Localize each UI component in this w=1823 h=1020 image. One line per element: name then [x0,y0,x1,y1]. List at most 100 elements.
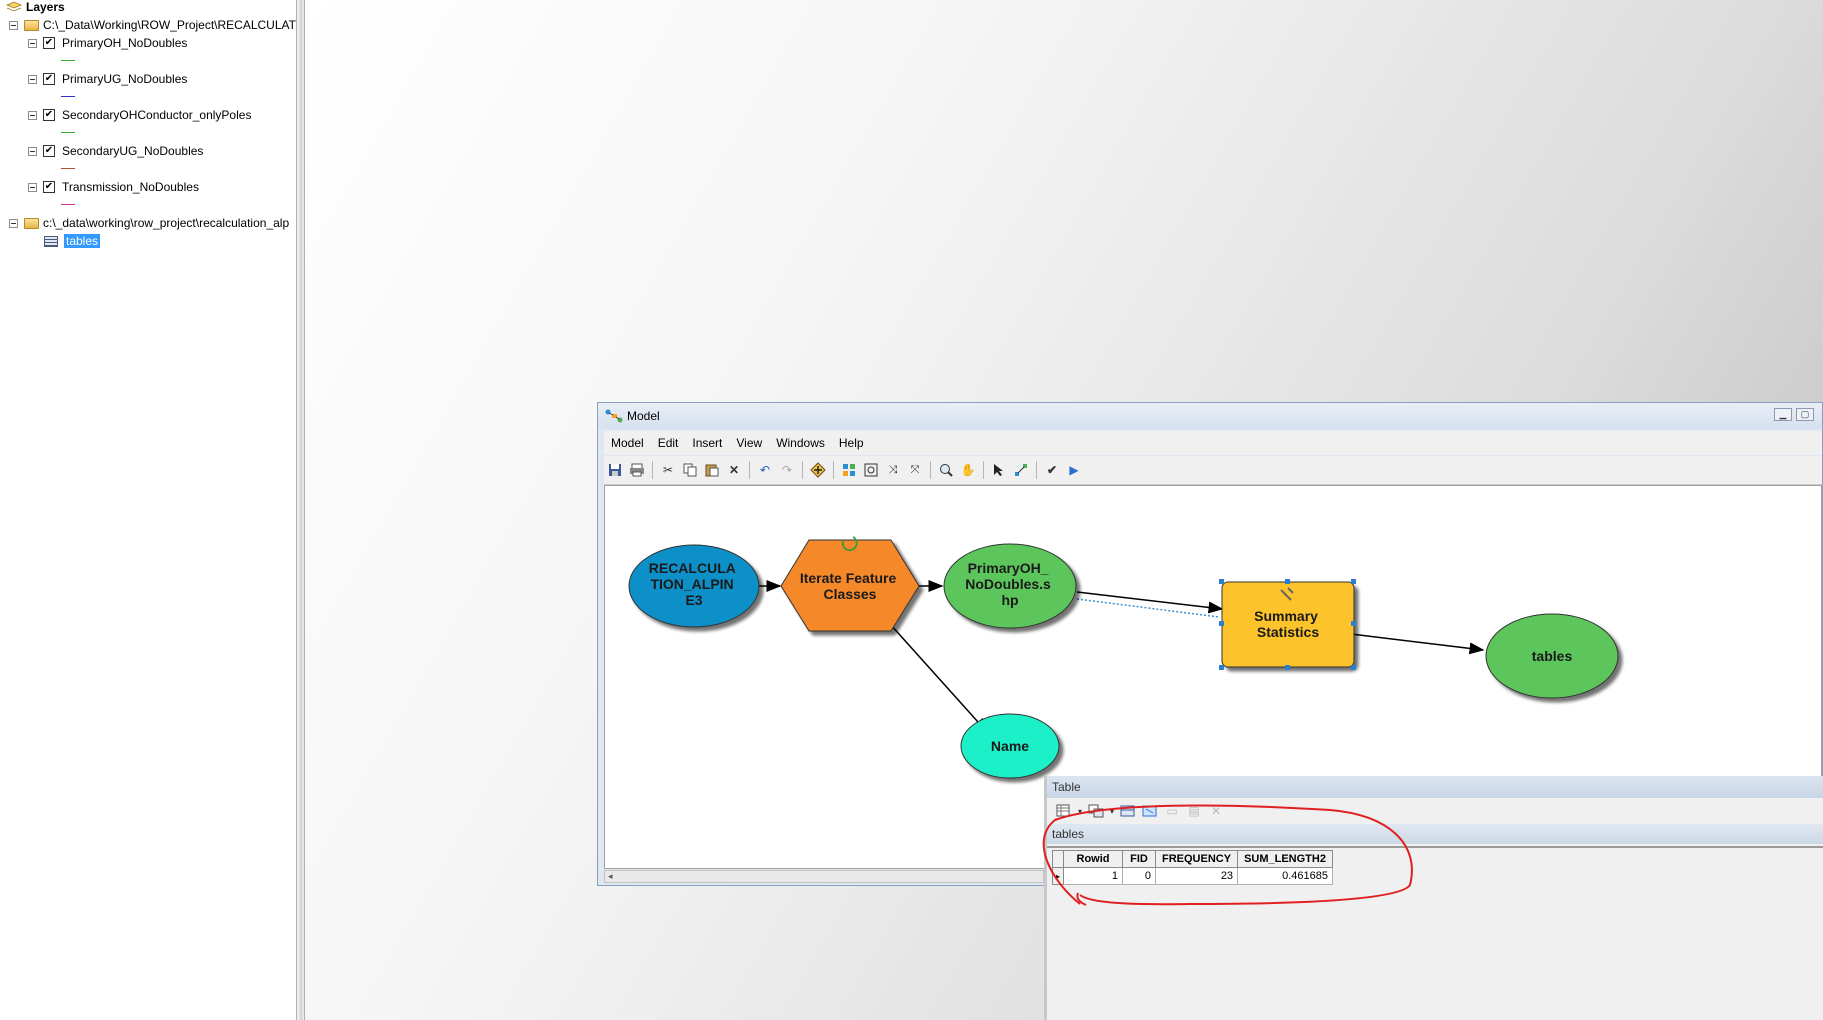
layer-name[interactable]: SecondaryOHConductor_onlyPoles [62,108,251,122]
table-cell[interactable]: 0.461685 [1237,867,1333,885]
toc-layer-row[interactable]: ✔ PrimaryOH_NoDoubles [28,34,187,52]
collapse-icon[interactable] [28,74,37,84]
toc-layer-row[interactable]: ✔ SecondaryOHConductor_onlyPoles [28,106,251,124]
run-icon[interactable]: ▶ [1064,460,1084,480]
toc-group-row[interactable]: c:\_data\working\row_project\recalculati… [9,214,289,232]
model-window-title: Model [627,409,660,423]
toc-group-row[interactable]: C:\_Data\Working\ROW_Project\RECALCULATI [9,16,296,34]
toc-table-row[interactable]: tables [44,232,101,250]
save-icon[interactable] [605,460,625,480]
layer-name[interactable]: PrimaryUG_NoDoubles [62,72,187,86]
table-cell[interactable]: 23 [1154,867,1239,885]
undo-icon[interactable]: ↶ [755,460,775,480]
layer-visibility-checkbox[interactable]: ✔ [43,73,55,85]
model-menubar: Model Edit Insert View Windows Help [604,431,1822,455]
delete-selected-icon[interactable]: ✕ [1206,801,1226,821]
menu-windows[interactable]: Windows [769,436,832,450]
collapse-icon[interactable] [28,146,37,156]
feature-label-line1: PrimaryOH_ [968,560,1049,576]
auto-layout-icon[interactable] [839,460,859,480]
collapse-icon[interactable] [28,110,37,120]
copy-icon[interactable] [680,460,700,480]
connector-line[interactable] [1350,633,1485,655]
table-options-icon[interactable] [1054,801,1074,821]
menu-edit[interactable]: Edit [651,436,686,450]
column-header[interactable]: SUM_LENGTH2 [1237,850,1333,868]
attribute-table[interactable]: Rowid FID FREQUENCY SUM_LENGTH2 ▸ 1 0 23… [1052,850,1333,885]
related-tables-icon[interactable] [1086,801,1106,821]
workspace-path[interactable]: C:\_Data\Working\ROW_Project\RECALCULATI [43,18,296,32]
toolbar-separator [652,461,653,479]
redo-icon[interactable]: ↷ [777,460,797,480]
dropdown-arrow-icon[interactable]: ▾ [1108,801,1116,821]
menu-model[interactable]: Model [604,436,651,450]
connect-icon[interactable] [1011,460,1031,480]
iterator-label-line2: Classes [824,586,877,602]
column-header[interactable]: FREQUENCY [1154,850,1239,868]
layer-name[interactable]: SecondaryUG_NoDoubles [62,144,203,158]
input-label-line1: RECALCULA [649,560,736,576]
layer-visibility-checkbox[interactable]: ✔ [43,109,55,121]
zoom-icon[interactable] [936,460,956,480]
table-window-title: Table [1052,780,1081,794]
layer-visibility-checkbox[interactable]: ✔ [43,181,55,193]
layers-icon [6,1,22,12]
table-titlebar[interactable]: Table [1047,776,1823,798]
horizontal-scrollbar[interactable]: ◂ [604,870,1044,883]
feature-label-line3: hp [1001,592,1018,608]
delete-icon[interactable]: ✕ [724,460,744,480]
table-tab[interactable]: tables [1047,824,1823,844]
feature-label-line2: NoDoubles.s [965,576,1051,592]
minimize-button[interactable]: ▁ [1774,408,1792,421]
folder-icon [24,217,39,229]
connector-line[interactable] [1076,591,1224,614]
workspace-path[interactable]: c:\_data\working\row_project\recalculati… [43,216,289,230]
zoom-to-selected-icon[interactable]: ▤ [1184,801,1204,821]
collapse-icon[interactable] [28,38,37,48]
row-pointer-icon[interactable]: ▸ [1052,867,1064,885]
toc-layer-row[interactable]: ✔ SecondaryUG_NoDoubles [28,142,203,160]
layer-visibility-checkbox[interactable]: ✔ [43,37,55,49]
toc-layer-row[interactable]: ✔ Transmission_NoDoubles [28,178,199,196]
table-cell[interactable]: 0 [1122,867,1156,885]
collapse-icon[interactable] [9,218,18,228]
zoom-out-fixed-icon[interactable]: ⤧ [905,460,925,480]
pan-icon[interactable]: ✋ [958,460,978,480]
select-icon[interactable] [989,460,1009,480]
layer-name[interactable]: Transmission_NoDoubles [62,180,199,194]
select-by-attributes-icon[interactable] [1118,801,1138,821]
table-name[interactable]: tables [64,234,101,248]
collapse-icon[interactable] [9,20,18,30]
switch-selection-icon[interactable] [1140,801,1160,821]
menu-insert[interactable]: Insert [685,436,729,450]
model-toolbar: ✂ ✕ ↶ ↷ ⤨ ⤧ ✋ ✔ ▶ [604,456,1822,485]
clear-selection-icon[interactable]: ▭ [1162,801,1182,821]
validate-icon[interactable]: ✔ [1042,460,1062,480]
table-cell[interactable]: 1 [1063,867,1123,885]
model-titlebar[interactable]: Model ▁ ▢ [598,403,1822,429]
print-icon[interactable] [627,460,647,480]
precondition-line[interactable] [1076,598,1220,618]
dropdown-arrow-icon[interactable]: ▾ [1076,801,1084,821]
paste-icon[interactable] [702,460,722,480]
row-selector-header[interactable] [1052,850,1064,868]
toolbar-separator [1036,461,1037,479]
full-extent-icon[interactable] [861,460,881,480]
cut-icon[interactable]: ✂ [658,460,678,480]
attribute-grid[interactable]: Rowid FID FREQUENCY SUM_LENGTH2 ▸ 1 0 23… [1047,846,1823,1020]
collapse-icon[interactable] [28,182,37,192]
toc-layer-row[interactable]: ✔ PrimaryUG_NoDoubles [28,70,187,88]
menu-view[interactable]: View [729,436,769,450]
zoom-in-fixed-icon[interactable]: ⤨ [883,460,903,480]
line-symbol [61,204,75,205]
column-header[interactable]: FID [1122,850,1156,868]
add-data-icon[interactable] [808,460,828,480]
layer-visibility-checkbox[interactable]: ✔ [43,145,55,157]
connector-line[interactable] [889,623,989,734]
menu-help[interactable]: Help [832,436,871,450]
column-header[interactable]: Rowid [1063,850,1123,868]
maximize-button[interactable]: ▢ [1796,408,1814,421]
table-row[interactable]: ▸ 1 0 23 0.461685 [1052,867,1333,885]
pane-splitter[interactable] [296,0,305,1020]
layer-name[interactable]: PrimaryOH_NoDoubles [62,36,187,50]
